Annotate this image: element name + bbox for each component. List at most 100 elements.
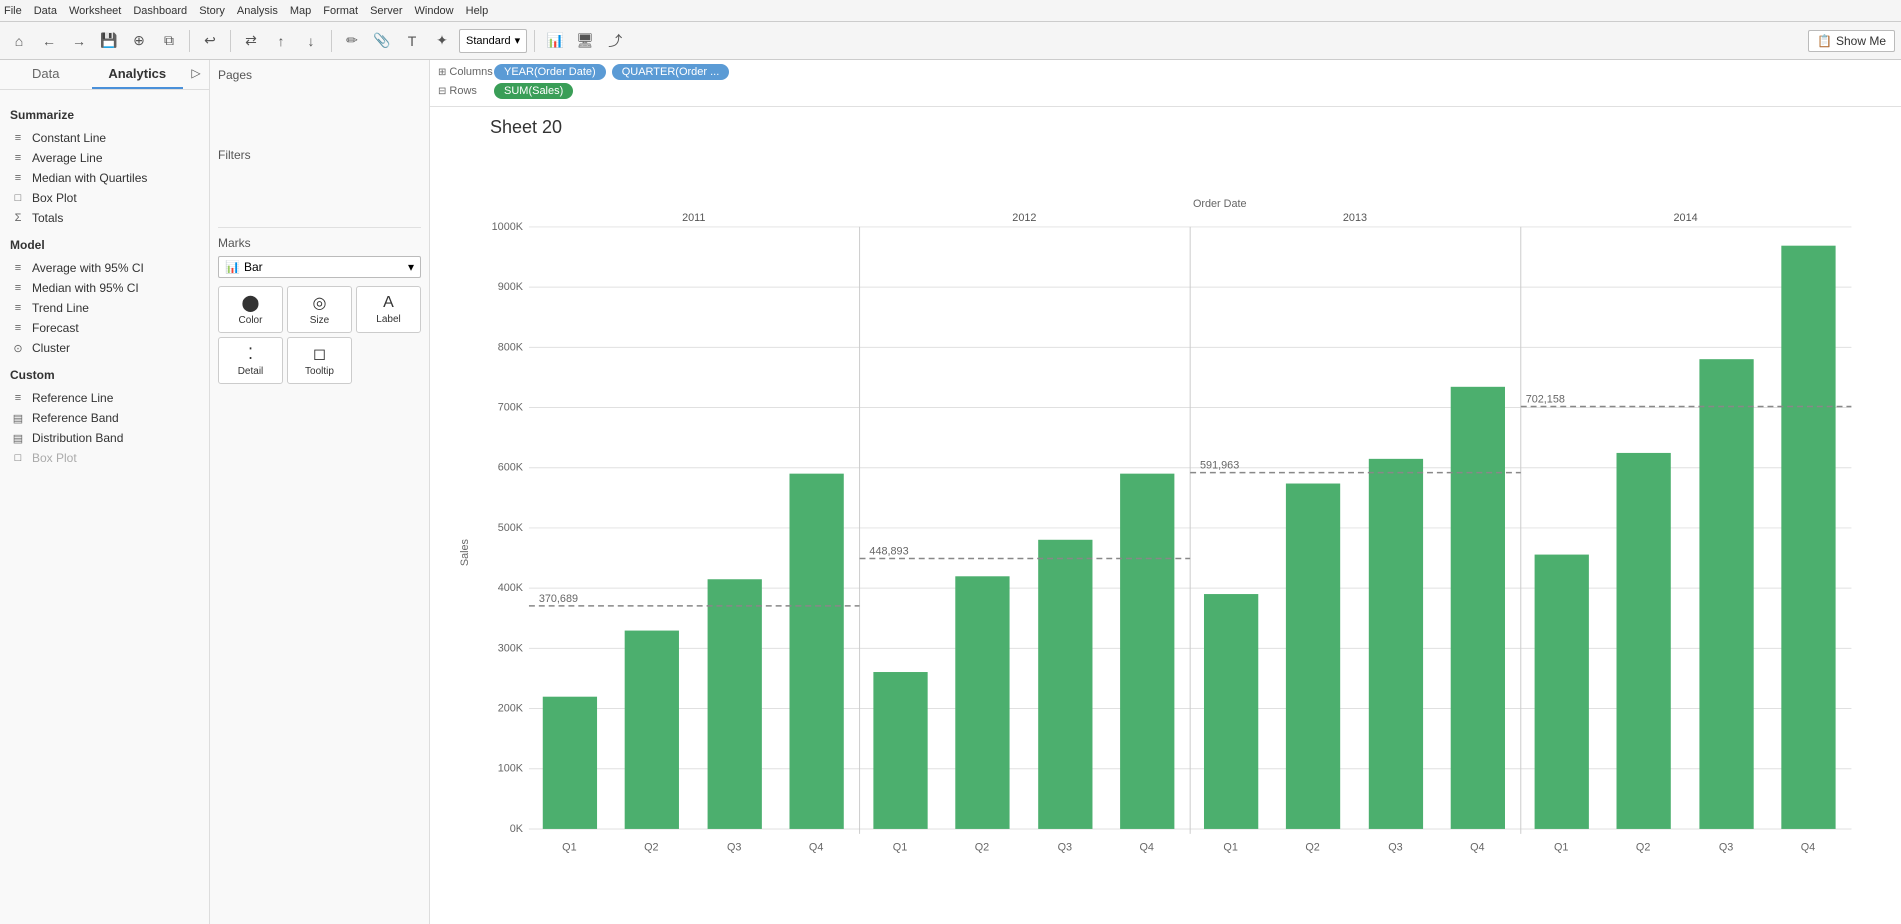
save-icon[interactable]: 💾 <box>96 28 122 54</box>
item-distribution-band[interactable]: ▤ Distribution Band <box>6 428 203 448</box>
standard-dropdown[interactable]: Standard ▾ <box>459 29 527 53</box>
annotation-2011: 370,689 <box>539 593 578 605</box>
middle-panel: Pages Filters Marks 📊 Bar ▾ ⬤ Color ◎ Si… <box>210 60 430 924</box>
size-icon: ◎ <box>313 293 327 313</box>
chart-type-icon[interactable]: 📊 <box>542 28 568 54</box>
item-median-95ci[interactable]: ≡ Median with 95% CI <box>6 278 203 298</box>
sort-desc-icon[interactable]: ↓ <box>298 28 324 54</box>
item-reference-band[interactable]: ▤ Reference Band <box>6 408 203 428</box>
ylabel-400: 400K <box>498 582 524 594</box>
year-pill[interactable]: YEAR(Order Date) <box>494 64 606 80</box>
menu-analysis[interactable]: Analysis <box>237 5 278 17</box>
qlabel-2012-q3: Q3 <box>1058 842 1072 854</box>
menu-worksheet[interactable]: Worksheet <box>69 5 121 17</box>
menu-bar: File Data Worksheet Dashboard Story Anal… <box>0 0 1901 22</box>
menu-help[interactable]: Help <box>466 5 489 17</box>
item-cluster[interactable]: ⊙ Cluster <box>6 338 203 358</box>
menu-window[interactable]: Window <box>415 5 454 17</box>
tab-analytics[interactable]: Analytics <box>92 60 184 89</box>
chart-svg: Sales Order Date <box>450 142 1881 904</box>
detail-label: Detail <box>238 366 264 377</box>
item-reference-line[interactable]: ≡ Reference Line <box>6 388 203 408</box>
box-plot-sum-icon: □ <box>10 192 26 204</box>
item-box-plot-summarize[interactable]: □ Box Plot <box>6 188 203 208</box>
marks-grid: ⬤ Color ◎ Size A Label ⁚ Detail ◻ Toolti… <box>218 286 421 384</box>
forward-icon[interactable]: → <box>66 28 92 54</box>
ylabel-300: 300K <box>498 642 524 654</box>
highlight-icon[interactable]: ✏ <box>339 28 365 54</box>
columns-text: Columns <box>449 66 492 78</box>
ylabel-100: 100K <box>498 763 524 775</box>
sep4 <box>534 30 535 52</box>
label-icon[interactable]: T <box>399 28 425 54</box>
median-quartiles-icon: ≡ <box>10 172 26 184</box>
menu-file[interactable]: File <box>4 5 22 17</box>
home-icon[interactable]: ⌂ <box>6 28 32 54</box>
label-mark-icon: A <box>383 294 394 312</box>
swap-icon[interactable]: ⇄ <box>238 28 264 54</box>
fit-icon[interactable]: ✦ <box>429 28 455 54</box>
sum-sales-pill[interactable]: SUM(Sales) <box>494 83 573 99</box>
qlabel-2014-q2: Q2 <box>1636 842 1650 854</box>
menu-format[interactable]: Format <box>323 5 358 17</box>
item-totals[interactable]: Σ Totals <box>6 208 203 228</box>
item-median-quartiles[interactable]: ≡ Median with Quartiles <box>6 168 203 188</box>
tooltip-icon[interactable]: 📎 <box>369 28 395 54</box>
tab-data[interactable]: Data <box>0 60 92 89</box>
rows-row: ⊟ Rows SUM(Sales) <box>438 83 1893 99</box>
item-trend-line[interactable]: ≡ Trend Line <box>6 298 203 318</box>
item-box-plot-custom: □ Box Plot <box>6 448 203 468</box>
marks-type-label: Bar <box>244 260 263 274</box>
sep3 <box>331 30 332 52</box>
qlabel-2011-q1: Q1 <box>562 842 576 854</box>
forecast-icon: ≡ <box>10 322 26 334</box>
tooltip-button[interactable]: ◻ Tooltip <box>287 337 352 384</box>
rows-label: ⊟ Rows <box>438 85 488 97</box>
item-avg-95ci[interactable]: ≡ Average with 95% CI <box>6 258 203 278</box>
detail-button[interactable]: ⁚ Detail <box>218 337 283 384</box>
year-2013: 2013 <box>1343 212 1367 224</box>
chart-area: ⊞ Columns YEAR(Order Date) QUARTER(Order… <box>430 60 1901 924</box>
color-button[interactable]: ⬤ Color <box>218 286 283 333</box>
undo-icon[interactable]: ↩ <box>197 28 223 54</box>
size-button[interactable]: ◎ Size <box>287 286 352 333</box>
left-panel: Data Analytics ▷ Summarize ≡ Constant Li… <box>0 60 210 924</box>
median-quartiles-label: Median with Quartiles <box>32 171 147 185</box>
menu-story[interactable]: Story <box>199 5 225 17</box>
show-me-button[interactable]: 📋 Show Me <box>1808 30 1895 52</box>
bar-2012-q3 <box>1038 540 1092 829</box>
rows-icon: ⊟ <box>438 86 446 97</box>
bar-2012-q2 <box>955 576 1009 829</box>
box-plot-custom-icon: □ <box>10 452 26 464</box>
back-icon[interactable]: ← <box>36 28 62 54</box>
qlabel-2011-q2: Q2 <box>644 842 658 854</box>
reference-band-label: Reference Band <box>32 411 119 425</box>
panel-collapse-icon[interactable]: ▷ <box>183 60 209 86</box>
sort-asc-icon[interactable]: ↑ <box>268 28 294 54</box>
standard-label: Standard <box>466 35 511 47</box>
qlabel-2011-q3: Q3 <box>727 842 741 854</box>
forecast-label: Forecast <box>32 321 79 335</box>
median-95ci-icon: ≡ <box>10 282 26 294</box>
quarter-pill[interactable]: QUARTER(Order ... <box>612 64 730 80</box>
reference-line-icon: ≡ <box>10 392 26 404</box>
dropdown-arrow-icon: ▾ <box>515 34 521 47</box>
label-button[interactable]: A Label <box>356 286 421 333</box>
item-average-line[interactable]: ≡ Average Line <box>6 148 203 168</box>
marks-label: Marks <box>218 236 421 250</box>
marks-type-dropdown[interactable]: 📊 Bar ▾ <box>218 256 421 278</box>
item-constant-line[interactable]: ≡ Constant Line <box>6 128 203 148</box>
menu-data[interactable]: Data <box>34 5 57 17</box>
new-datasource-icon[interactable]: ⊕ <box>126 28 152 54</box>
share-icon[interactable]: ⤴ <box>602 28 628 54</box>
monitor-icon[interactable]: 🖥 <box>572 28 598 54</box>
box-plot-custom-label: Box Plot <box>32 451 77 465</box>
menu-map[interactable]: Map <box>290 5 311 17</box>
qlabel-2014-q4: Q4 <box>1801 842 1815 854</box>
summarize-label: Summarize <box>10 108 203 122</box>
pills-area: ⊞ Columns YEAR(Order Date) QUARTER(Order… <box>430 60 1901 107</box>
menu-server[interactable]: Server <box>370 5 402 17</box>
duplicate-icon[interactable]: ⧉ <box>156 28 182 54</box>
item-forecast[interactable]: ≡ Forecast <box>6 318 203 338</box>
menu-dashboard[interactable]: Dashboard <box>133 5 187 17</box>
